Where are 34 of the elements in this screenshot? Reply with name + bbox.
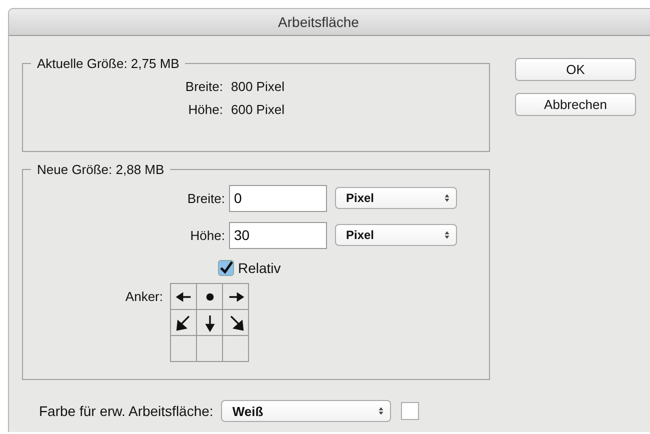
anchor-cell[interactable] xyxy=(223,310,249,336)
field-label: Farbe für erw. Arbeitsfläche: xyxy=(39,403,214,419)
dialog-button[interactable]: Abbrechen xyxy=(515,93,636,116)
input-field[interactable]: 0 xyxy=(229,184,327,212)
field-label: Breite: xyxy=(186,190,225,206)
checkbox[interactable] xyxy=(218,260,234,276)
window-title: Arbeitsfläche xyxy=(278,14,359,30)
field-label: Anker: xyxy=(124,289,163,306)
stepper-arrows-icon xyxy=(444,230,450,240)
anchor-cell[interactable] xyxy=(197,284,223,310)
anchor-cell[interactable] xyxy=(171,336,197,362)
anchor-cell[interactable] xyxy=(171,284,197,310)
dot-icon xyxy=(206,292,214,300)
stepper-arrows-icon xyxy=(444,193,450,203)
checkbox-label: Relativ xyxy=(238,260,281,276)
field-label: Höhe: xyxy=(189,228,225,242)
unit-dropdown[interactable]: Pixel xyxy=(335,224,457,246)
size-value: 600 Pixel xyxy=(231,102,284,117)
color-dropdown[interactable]: Weiß xyxy=(221,400,392,422)
anchor-cell[interactable] xyxy=(197,310,223,336)
input-field[interactable]: 30 xyxy=(229,222,327,248)
group-title: Aktuelle Größe: 2,75 MB xyxy=(36,56,180,71)
anchor-cell[interactable] xyxy=(223,284,249,310)
group-title: Neue Größe: 2,88 MB xyxy=(36,162,166,177)
unit-dropdown[interactable]: Pixel xyxy=(335,187,457,209)
anchor-cell[interactable] xyxy=(197,336,223,362)
field-label: Breite: xyxy=(184,79,223,94)
field-label: Höhe: xyxy=(187,102,223,117)
stepper-arrows-icon xyxy=(378,406,384,416)
color-swatch[interactable] xyxy=(401,402,420,420)
size-value: 800 Pixel xyxy=(231,79,284,94)
anchor-cell[interactable] xyxy=(171,310,197,336)
dialog-button[interactable]: OK xyxy=(515,58,636,81)
anchor-cell[interactable] xyxy=(223,336,249,362)
